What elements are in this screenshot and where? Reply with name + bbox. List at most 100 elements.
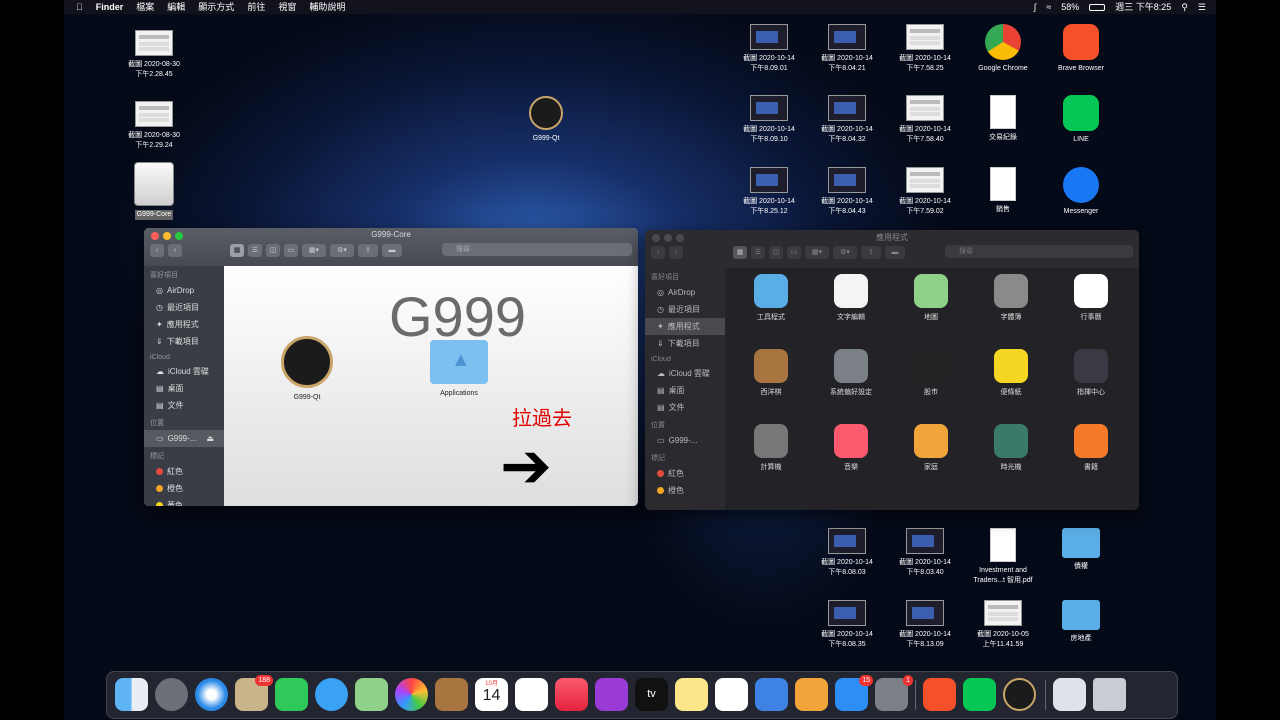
desktop-item[interactable]: 截圖 2020-10-14 下午8.09.01 [733,24,805,74]
wifi-icon[interactable]: ≈ [1046,0,1051,14]
eject-icon[interactable]: ⏏ [206,434,214,443]
sidebar-item-documents[interactable]: ▤ 文件 [645,399,725,416]
dock-notes-icon[interactable] [675,678,708,711]
desktop-item[interactable]: Brave Browser [1045,24,1117,74]
dock-podcasts-icon[interactable] [595,678,628,711]
sidebar-item-icloud-drive[interactable]: ☁ iCloud 雲碟 [144,363,224,380]
dock-facetime-icon[interactable] [275,678,308,711]
app-item[interactable]: 便條紙 [971,349,1051,397]
app-item[interactable]: 書籍 [1051,424,1131,472]
icon-view-button[interactable]: ▦ [230,243,244,257]
dock-mail-stamp-icon[interactable]: 188 [235,675,273,711]
sidebar-item-downloads[interactable]: ⇓ 下載項目 [645,335,725,352]
desktop-item[interactable]: 截圖 2020-10-14 下午8.25.12 [733,167,805,217]
desktop-drive-g999-core[interactable]: G999-Core [118,162,190,220]
menu-finder[interactable]: Finder [96,0,124,14]
forward-button[interactable]: › [168,243,182,257]
gallery-view-button[interactable]: ▭ [787,245,801,259]
dock-calendar-icon[interactable]: 10月 14 [475,678,508,711]
sidebar-item-icloud-drive[interactable]: ☁ iCloud 雲碟 [645,365,725,382]
dock-line-icon[interactable] [963,678,996,711]
app-item[interactable]: 行事曆 [1051,274,1131,322]
desktop-item[interactable]: 截圖 2020-10-14 下午8.09.10 [733,95,805,145]
group-button[interactable]: ▦▾ [805,245,829,259]
action-gear-icon[interactable]: ⚙▾ [330,243,354,257]
dock-music-icon[interactable] [555,678,588,711]
share-icon[interactable]: ⇧ [358,243,378,257]
menu-edit[interactable]: 編輯 [167,0,185,14]
menu-help[interactable]: 輔助說明 [309,0,345,14]
desktop-item[interactable]: 截圖 2020-10-14 下午8.04.21 [811,24,883,74]
battery-percent[interactable]: 58% [1061,0,1079,14]
sidebar-item-documents[interactable]: ▤ 文件 [144,397,224,414]
sidebar-tag-red[interactable]: 紅色 [645,465,725,482]
column-view-button[interactable]: ◫ [769,245,783,259]
desktop-item[interactable]: 截圖 2020-10-14 下午7.58.25 [889,24,961,74]
dock-maps-icon[interactable] [355,678,388,711]
sidebar-item-desktop[interactable]: ▤ 桌面 [645,382,725,399]
sidebar-tag-orange[interactable]: 橙色 [645,482,725,499]
tag-icon[interactable]: ▬ [382,243,402,257]
search-field[interactable]: 搜尋 [442,243,632,256]
group-button[interactable]: ▦▾ [302,243,326,257]
forward-button[interactable]: › [669,245,683,259]
dock-reminders-icon[interactable] [515,678,548,711]
list-view-button[interactable]: ☰ [751,245,765,259]
desktop-screenshot[interactable]: 截圖 2020-08-30 下午2.29.24 [118,101,190,151]
app-item[interactable]: 系統偏好設定 [811,349,891,397]
sidebar-item-airdrop[interactable]: ◎ AirDrop [144,282,224,299]
app-item[interactable]: 字體簿 [971,274,1051,322]
desktop-item[interactable]: 截圖 2020-10-14 下午8.03.40 [889,528,961,578]
dock-finder-icon[interactable] [115,678,148,711]
desktop-item[interactable]: Messenger [1045,167,1117,217]
search-field[interactable]: 搜尋 [945,245,1133,258]
desktop-item[interactable]: 截圖 2020-10-14 下午8.04.32 [811,95,883,145]
file-item-g999-qt[interactable]: G999-Qt [272,336,342,401]
sidebar-tag-yellow[interactable]: 黃色 [144,497,224,506]
app-item[interactable]: 指揮中心 [1051,349,1131,397]
dock-keynote-icon[interactable] [755,678,788,711]
dock-appstore-icon[interactable]: 15 [835,675,873,711]
desktop-item[interactable]: 交易紀錄 [967,95,1039,143]
back-button[interactable]: ‹ [150,243,164,257]
column-view-button[interactable]: ◫ [266,243,280,257]
sidebar-item-airdrop[interactable]: ◎ AirDrop [645,284,725,301]
desktop-item[interactable]: 房地產 [1045,600,1117,644]
bluetooth-icon[interactable]: ∫ [1034,0,1036,14]
dock-contacts-icon[interactable] [435,678,468,711]
sidebar-item-desktop[interactable]: ▤ 桌面 [144,380,224,397]
desktop-item[interactable]: 截圖 2020-10-14 下午7.58.40 [889,95,961,145]
clock[interactable]: 週三 下午8:25 [1115,0,1171,14]
desktop-item[interactable]: 截圖 2020-10-14 下午8.13.09 [889,600,961,650]
battery-icon[interactable] [1089,3,1106,11]
back-button[interactable]: ‹ [651,245,665,259]
desktop-item[interactable]: Google Chrome [967,24,1039,74]
desktop-g999-qt[interactable]: G999-Qt [510,96,582,144]
desktop-item[interactable]: 截圖 2020-10-05 上午11.41.59 [967,600,1039,650]
sidebar-tag-red[interactable]: 紅色 [144,463,224,480]
sidebar-item-applications[interactable]: ✦ 應用程式 [645,318,725,335]
desktop-item[interactable]: 銷售 [967,167,1039,215]
sidebar-item-g999[interactable]: ▭ G999-... ⏏ [144,430,224,447]
desktop-item[interactable]: 截圖 2020-10-14 下午8.04.43 [811,167,883,217]
dock-trash-icon[interactable] [1093,678,1126,711]
app-item[interactable]: 音樂 [811,424,891,472]
tag-icon[interactable]: ▬ [885,245,905,259]
desktop-item[interactable]: 截圖 2020-10-14 下午8.08.03 [811,528,883,578]
desktop-item[interactable]: Investment and Traders...t 智用.pdf [967,528,1039,586]
app-item[interactable]: 西洋棋 [731,349,811,397]
desktop-item[interactable]: LINE [1045,95,1117,145]
menu-go[interactable]: 前往 [247,0,265,14]
desktop-item[interactable]: 債權 [1045,528,1117,572]
menu-window[interactable]: 視窗 [278,0,296,14]
icon-view-button[interactable]: ▦ [733,245,747,259]
desktop-item[interactable]: 截圖 2020-10-14 下午8.08.35 [811,600,883,650]
dock-tv-icon[interactable]: tv [635,678,668,711]
dock-messages-icon[interactable] [315,678,348,711]
gallery-view-button[interactable]: ▭ [284,243,298,257]
app-item[interactable]: 股市 [891,349,971,397]
dock-recent-window-icon[interactable] [1053,678,1086,711]
dock-numbers-icon[interactable] [715,678,748,711]
app-item[interactable]: 計算機 [731,424,811,472]
sidebar-tag-orange[interactable]: 橙色 [144,480,224,497]
